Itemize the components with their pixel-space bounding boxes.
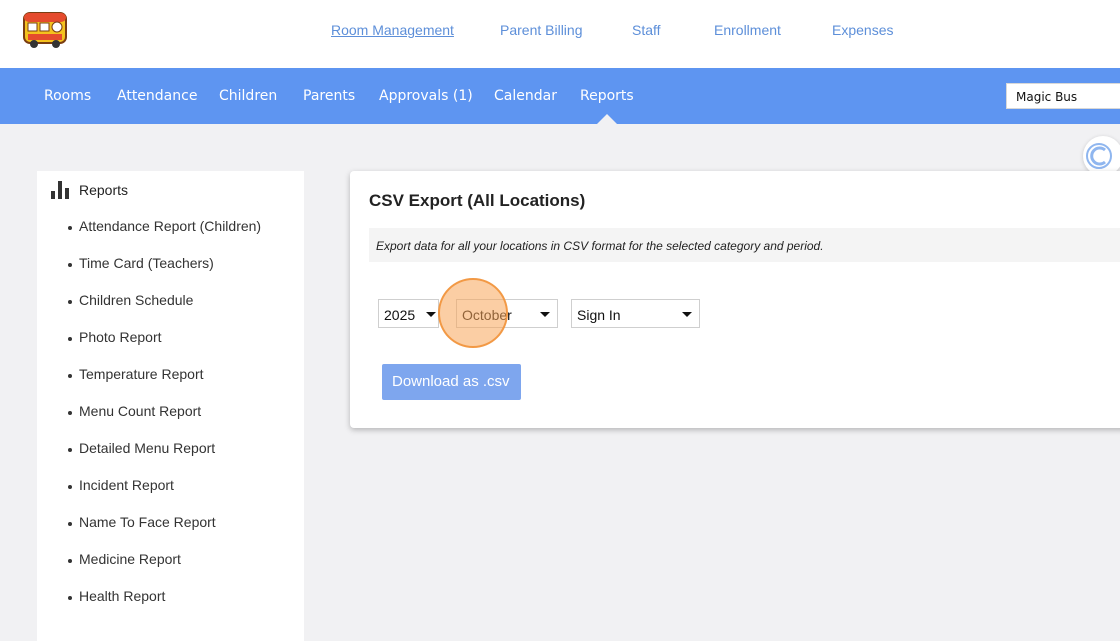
report-medicine[interactable]: Medicine Report	[79, 551, 181, 567]
chevron-down-icon	[682, 312, 692, 317]
top-nav-expenses[interactable]: Expenses	[832, 22, 893, 38]
top-nav-parent-billing[interactable]: Parent Billing	[500, 22, 583, 38]
floating-action-button[interactable]	[1083, 136, 1120, 176]
month-select-value: October	[462, 307, 512, 323]
top-nav-room-management[interactable]: Room Management	[331, 22, 454, 38]
report-detailed-menu[interactable]: Detailed Menu Report	[79, 440, 215, 456]
download-csv-button[interactable]: Download as .csv	[382, 364, 521, 400]
list-bullet	[68, 411, 72, 415]
bar-chart-icon	[51, 181, 69, 199]
report-name-to-face[interactable]: Name To Face Report	[79, 514, 216, 530]
nav-children[interactable]: Children	[219, 88, 277, 104]
top-nav: Room Management Parent Billing Staff Enr…	[0, 22, 1120, 42]
list-bullet	[68, 522, 72, 526]
list-bullet	[68, 374, 72, 378]
top-nav-enrollment[interactable]: Enrollment	[714, 22, 781, 38]
year-select-value: 2025	[384, 307, 416, 323]
refresh-logo-icon	[1086, 143, 1112, 169]
report-attendance-children[interactable]: Attendance Report (Children)	[79, 218, 261, 234]
list-bullet	[68, 300, 72, 304]
nav-parents[interactable]: Parents	[303, 88, 355, 104]
report-incident[interactable]: Incident Report	[79, 477, 174, 493]
account-name: Magic Bus	[1016, 90, 1078, 104]
csv-export-panel: CSV Export (All Locations) Export data f…	[350, 171, 1120, 428]
nav-reports[interactable]: Reports	[580, 88, 634, 104]
top-nav-staff[interactable]: Staff	[632, 22, 661, 38]
nav-attendance[interactable]: Attendance	[117, 88, 197, 104]
report-photo[interactable]: Photo Report	[79, 329, 162, 345]
nav-calendar[interactable]: Calendar	[494, 88, 557, 104]
panel-description: Export data for all your locations in CS…	[376, 239, 824, 253]
account-selector[interactable]: Magic Bus	[1006, 83, 1120, 109]
list-bullet	[68, 263, 72, 267]
list-bullet	[68, 559, 72, 563]
report-temperature[interactable]: Temperature Report	[79, 366, 204, 382]
download-csv-label: Download as .csv	[392, 373, 510, 390]
report-time-card-teachers[interactable]: Time Card (Teachers)	[79, 255, 214, 271]
report-menu-count[interactable]: Menu Count Report	[79, 403, 201, 419]
chevron-down-icon	[426, 312, 436, 317]
reports-sidebar: Reports Attendance Report (Children) Tim…	[37, 171, 304, 641]
month-select[interactable]: October	[456, 299, 558, 328]
list-bullet	[68, 485, 72, 489]
top-header: Room Management Parent Billing Staff Enr…	[0, 0, 1120, 68]
sidebar-title: Reports	[79, 182, 129, 198]
list-bullet	[68, 337, 72, 341]
nav-rooms[interactable]: Rooms	[44, 88, 91, 104]
main-nav: Rooms Attendance Children Parents Approv…	[0, 68, 1120, 124]
report-children-schedule[interactable]: Children Schedule	[79, 292, 193, 308]
year-select[interactable]: 2025	[378, 299, 439, 328]
category-select[interactable]: Sign In	[571, 299, 700, 328]
list-bullet	[68, 596, 72, 600]
chevron-down-icon	[540, 312, 550, 317]
list-bullet	[68, 448, 72, 452]
nav-approvals[interactable]: Approvals (1)	[379, 88, 473, 104]
panel-description-box: Export data for all your locations in CS…	[369, 228, 1120, 262]
panel-title: CSV Export (All Locations)	[369, 191, 586, 210]
report-health[interactable]: Health Report	[79, 588, 165, 604]
list-bullet	[68, 226, 72, 230]
category-select-value: Sign In	[577, 307, 621, 323]
active-nav-caret	[597, 114, 617, 124]
